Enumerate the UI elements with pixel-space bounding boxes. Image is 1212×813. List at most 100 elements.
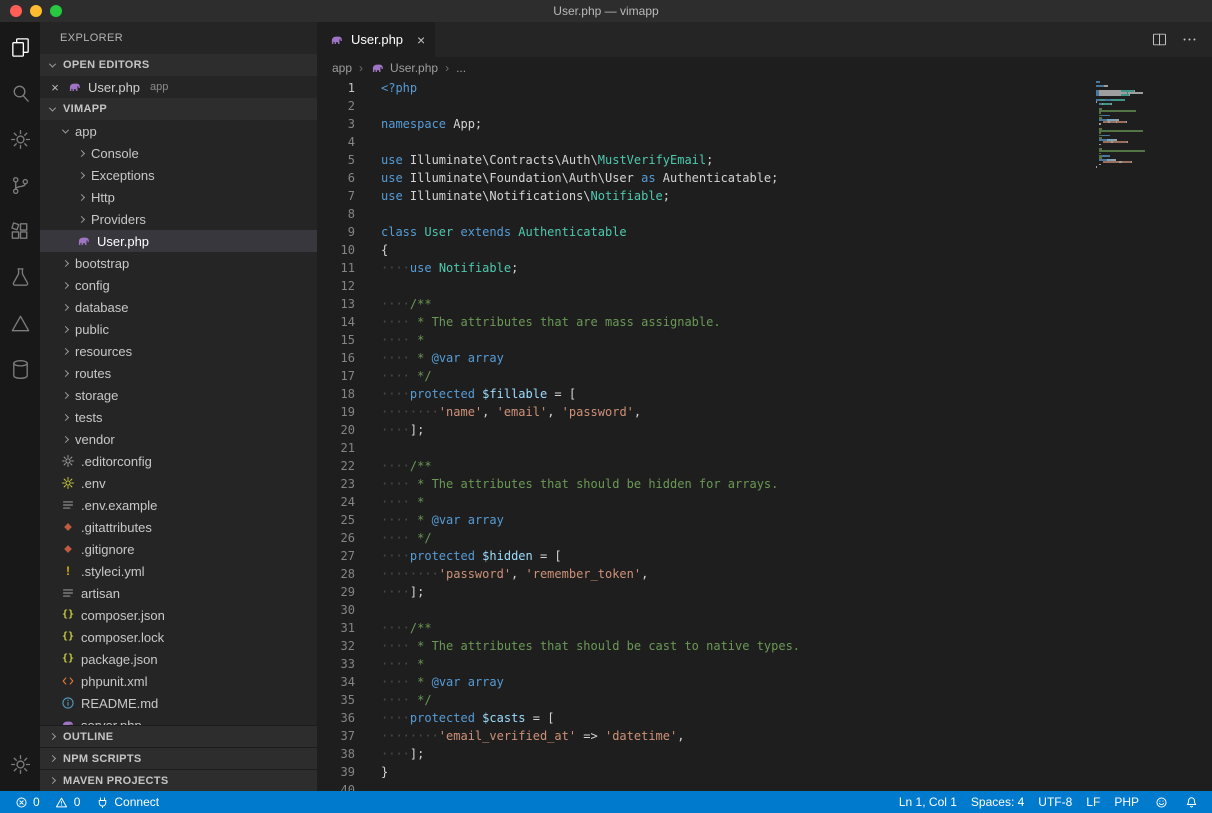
line-number[interactable]: 22 [317, 457, 355, 475]
line-number[interactable]: 21 [317, 439, 355, 457]
status-indentation[interactable]: Spaces: 4 [964, 791, 1031, 813]
line-number[interactable]: 24 [317, 493, 355, 511]
tree-file-server-php[interactable]: server.php [40, 714, 317, 725]
tree-file-composer-json[interactable]: {} composer.json [40, 604, 317, 626]
triangle-icon[interactable] [0, 300, 40, 346]
maximize-window-button[interactable] [50, 5, 62, 17]
more-actions-icon[interactable] [1176, 27, 1202, 53]
line-number[interactable]: 26 [317, 529, 355, 547]
tree-file-env[interactable]: .env [40, 472, 317, 494]
tree-file-styleci-yml[interactable]: ! .styleci.yml [40, 560, 317, 582]
line-number[interactable]: 31 [317, 619, 355, 637]
breadcrumb-item-app[interactable]: app [332, 61, 352, 75]
close-window-button[interactable] [10, 5, 22, 17]
line-number[interactable]: 11 [317, 259, 355, 277]
line-number[interactable]: 34 [317, 673, 355, 691]
tree-file-package-json[interactable]: {} package.json [40, 648, 317, 670]
tree-folder-app[interactable]: app [40, 120, 317, 142]
status-connect[interactable]: Connect [87, 791, 166, 813]
line-number[interactable]: 36 [317, 709, 355, 727]
open-editors-header[interactable]: OPEN EDITORS [40, 54, 317, 76]
line-number[interactable]: 3 [317, 115, 355, 133]
section-npm-scripts[interactable]: NPM SCRIPTS [40, 747, 317, 769]
split-editor-icon[interactable] [1146, 27, 1172, 53]
status-errors[interactable]: 0 [6, 791, 47, 813]
project-section-header[interactable]: VIMAPP [40, 98, 317, 120]
status-cursor-position[interactable]: Ln 1, Col 1 [892, 791, 964, 813]
tree-folder-vendor[interactable]: vendor [40, 428, 317, 450]
breadcrumb-item-more[interactable]: ... [456, 61, 466, 75]
line-number[interactable]: 25 [317, 511, 355, 529]
section-maven-projects[interactable]: MAVEN PROJECTS [40, 769, 317, 791]
line-number[interactable]: 16 [317, 349, 355, 367]
line-number[interactable]: 28 [317, 565, 355, 583]
tree-file-env-example[interactable]: .env.example [40, 494, 317, 516]
line-number[interactable]: 17 [317, 367, 355, 385]
tree-file-gitattributes[interactable]: .gitattributes [40, 516, 317, 538]
minimap[interactable] [1096, 81, 1196, 170]
code-area[interactable]: 1 <?php 2 3 namespace App; 4 5 use Illuminate\C… [317, 79, 1212, 791]
line-number[interactable]: 40 [317, 781, 355, 791]
line-number[interactable]: 5 [317, 151, 355, 169]
line-number[interactable]: 38 [317, 745, 355, 763]
line-number[interactable]: 9 [317, 223, 355, 241]
line-number[interactable]: 15 [317, 331, 355, 349]
tree-folder-bootstrap[interactable]: bootstrap [40, 252, 317, 274]
line-number[interactable]: 35 [317, 691, 355, 709]
tree-folder-storage[interactable]: storage [40, 384, 317, 406]
line-number[interactable]: 1 [317, 79, 355, 97]
close-icon[interactable]: × [417, 32, 425, 48]
tree-folder-config[interactable]: config [40, 274, 317, 296]
line-number[interactable]: 2 [317, 97, 355, 115]
line-number[interactable]: 20 [317, 421, 355, 439]
tree-folder-tests[interactable]: tests [40, 406, 317, 428]
tree-folder-database[interactable]: database [40, 296, 317, 318]
code-editor[interactable]: 1 <?php 2 3 namespace App; 4 5 use Illuminate\C… [317, 79, 1212, 791]
close-icon[interactable]: × [48, 80, 62, 95]
line-number[interactable]: 4 [317, 133, 355, 151]
test-beaker-icon[interactable] [0, 254, 40, 300]
line-number[interactable]: 8 [317, 205, 355, 223]
line-number[interactable]: 27 [317, 547, 355, 565]
status-language-mode[interactable]: PHP [1107, 791, 1146, 813]
tab-user-php[interactable]: User.php × [317, 22, 436, 57]
minimize-window-button[interactable] [30, 5, 42, 17]
status-encoding[interactable]: UTF-8 [1031, 791, 1079, 813]
breadcrumb-item-user-php[interactable]: User.php [370, 61, 438, 75]
open-editor-item-user-php[interactable]: × User.php app [40, 76, 317, 98]
line-number[interactable]: 10 [317, 241, 355, 259]
status-eol[interactable]: LF [1079, 791, 1107, 813]
tree-folder-console[interactable]: Console [40, 142, 317, 164]
explorer-icon[interactable] [0, 24, 40, 70]
line-number[interactable]: 37 [317, 727, 355, 745]
section-outline[interactable]: OUTLINE [40, 725, 317, 747]
line-number[interactable]: 13 [317, 295, 355, 313]
tree-folder-routes[interactable]: routes [40, 362, 317, 384]
tree-file-editorconfig[interactable]: .editorconfig [40, 450, 317, 472]
manage-gear-icon[interactable] [0, 741, 40, 787]
database-icon[interactable] [0, 346, 40, 392]
tree-file-readme-md[interactable]: README.md [40, 692, 317, 714]
tree-file-gitignore[interactable]: .gitignore [40, 538, 317, 560]
line-number[interactable]: 29 [317, 583, 355, 601]
status-notifications[interactable] [1176, 791, 1206, 813]
line-number[interactable]: 14 [317, 313, 355, 331]
tree-folder-public[interactable]: public [40, 318, 317, 340]
settings-gear-icon[interactable] [0, 116, 40, 162]
line-number[interactable]: 23 [317, 475, 355, 493]
line-number[interactable]: 19 [317, 403, 355, 421]
tree-file-artisan[interactable]: artisan [40, 582, 317, 604]
line-number[interactable]: 7 [317, 187, 355, 205]
status-feedback[interactable] [1146, 791, 1176, 813]
tree-folder-exceptions[interactable]: Exceptions [40, 164, 317, 186]
line-number[interactable]: 39 [317, 763, 355, 781]
extensions-icon[interactable] [0, 208, 40, 254]
tree-file-composer-lock[interactable]: {} composer.lock [40, 626, 317, 648]
search-icon[interactable] [0, 70, 40, 116]
tree-folder-resources[interactable]: resources [40, 340, 317, 362]
tree-folder-providers[interactable]: Providers [40, 208, 317, 230]
tree-folder-http[interactable]: Http [40, 186, 317, 208]
tree-file-phpunit-xml[interactable]: phpunit.xml [40, 670, 317, 692]
line-number[interactable]: 18 [317, 385, 355, 403]
line-number[interactable]: 12 [317, 277, 355, 295]
